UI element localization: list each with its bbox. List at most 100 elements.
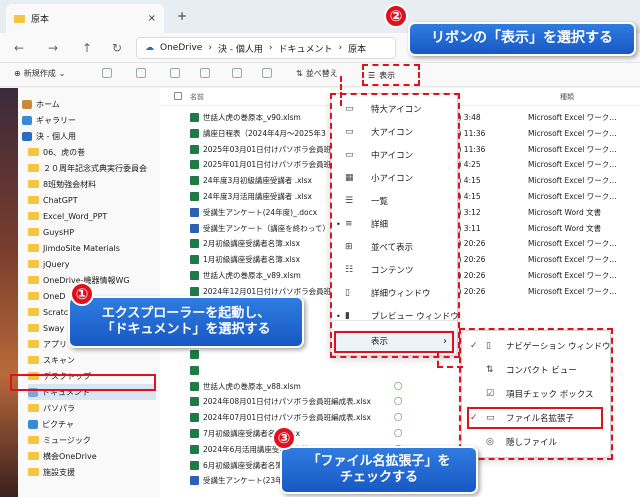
folder-icon bbox=[28, 260, 39, 268]
sidebar-item[interactable]: ギャラリー bbox=[22, 112, 156, 128]
breadcrumb-onedrive[interactable]: OneDrive bbox=[160, 43, 202, 53]
file-type: Microsoft Excel ワーク… bbox=[528, 286, 617, 296]
excel-file-icon bbox=[190, 350, 199, 359]
word-file-icon bbox=[190, 476, 199, 486]
copy-button[interactable] bbox=[136, 68, 146, 78]
gallery-icon bbox=[22, 115, 32, 125]
view-button-highlight bbox=[362, 64, 420, 86]
sidebar-item[interactable]: ミュージック bbox=[28, 432, 156, 448]
breadcrumb-documents[interactable]: ドキュメント bbox=[279, 42, 333, 55]
excel-file-icon bbox=[190, 239, 199, 249]
arrow-show-to-submenu-h bbox=[437, 366, 463, 368]
share-button[interactable] bbox=[232, 68, 242, 78]
file-type: Microsoft Excel ワーク… bbox=[528, 255, 617, 265]
file-name: 2025年03月01日付けパソボラ会員班 bbox=[203, 144, 332, 154]
sidebar-item-label: JimdoSite Materials bbox=[43, 243, 120, 253]
step3-line2: チェックする bbox=[339, 470, 418, 485]
file-type: Microsoft Word 文書 bbox=[528, 223, 602, 233]
sort-label: 並べ替え bbox=[305, 69, 338, 78]
column-name[interactable]: 名前 bbox=[190, 92, 204, 102]
sidebar-item[interactable]: ホーム bbox=[22, 96, 156, 112]
sidebar-item[interactable]: パソパラ bbox=[28, 400, 156, 416]
new-tab-button[interactable]: + bbox=[177, 9, 187, 23]
share-icon bbox=[232, 68, 242, 78]
sidebar-item[interactable]: jQuery bbox=[28, 256, 156, 272]
sidebar-item[interactable]: OneDrive-機器情報WG bbox=[28, 272, 156, 288]
back-button[interactable]: ← bbox=[14, 41, 24, 55]
delete-button[interactable] bbox=[262, 68, 272, 78]
sidebar-item[interactable]: ２０周年記念式典実行委員会 bbox=[28, 160, 156, 176]
excel-file-icon bbox=[190, 365, 199, 375]
sidebar-item[interactable]: ChatGPT bbox=[28, 192, 156, 208]
sidebar-item[interactable]: 決 - 個人用 bbox=[22, 128, 156, 144]
documents-highlight bbox=[10, 374, 156, 391]
file-type: Microsoft Excel ワーク… bbox=[528, 239, 617, 249]
rename-button[interactable] bbox=[200, 68, 210, 78]
breadcrumb-personal[interactable]: 決 - 個人用 bbox=[218, 42, 263, 55]
excel-file-icon bbox=[190, 192, 199, 201]
new-button[interactable]: ⊕ 新規作成 ⌄ bbox=[14, 68, 65, 79]
file-name: 世話人虎の巻原本_v88.xlsm bbox=[203, 381, 301, 391]
folder-icon bbox=[28, 340, 39, 348]
desktop-wallpaper bbox=[0, 88, 18, 497]
extension-item-highlight bbox=[467, 407, 603, 429]
refresh-button[interactable]: ↻ bbox=[112, 41, 122, 55]
sidebar-item[interactable]: GuysHP bbox=[28, 224, 156, 240]
sidebar-item[interactable]: JimdoSite Materials bbox=[28, 240, 156, 256]
paste-icon bbox=[170, 68, 180, 78]
sidebar-item[interactable]: Excel_Word_PPT bbox=[28, 208, 156, 224]
folder-icon bbox=[28, 436, 39, 444]
sidebar-item[interactable]: スキャン bbox=[28, 352, 156, 368]
file-name: 受講生アンケート(24年度)_.docx bbox=[203, 207, 318, 217]
file-name: 受講生アンケート（講座を終わって） bbox=[203, 223, 330, 233]
sync-status-icon: ◯ bbox=[394, 428, 403, 437]
sidebar-item-label: ２０周年記念式典実行委員会 bbox=[43, 163, 147, 173]
folder-icon bbox=[14, 14, 25, 23]
submenu-highlight bbox=[459, 328, 613, 460]
paste-button[interactable] bbox=[170, 68, 180, 78]
excel-file-icon bbox=[190, 381, 199, 391]
view-menu-highlight bbox=[330, 93, 460, 358]
step1-callout: エクスプローラーを起動し、 「ドキュメント」を選択する bbox=[68, 296, 304, 348]
cut-icon bbox=[102, 68, 112, 78]
file-type: Microsoft Excel ワーク… bbox=[528, 160, 617, 170]
step1-line2: 「ドキュメント」を選択する bbox=[101, 322, 271, 337]
breadcrumb-original[interactable]: 原本 bbox=[348, 42, 366, 55]
sidebar-item[interactable]: ピクチャ bbox=[28, 416, 156, 432]
forward-button[interactable]: → bbox=[48, 41, 58, 55]
sort-button[interactable]: ⇅ 並べ替え bbox=[296, 68, 338, 79]
cut-button[interactable] bbox=[102, 68, 112, 78]
sidebar-item-label: ギャラリー bbox=[36, 115, 76, 125]
sidebar-item[interactable]: 06、虎の巻 bbox=[28, 144, 156, 160]
file-name: 世話人虎の巻原本_v90.xlsm bbox=[203, 113, 301, 122]
up-button[interactable]: ↑ bbox=[82, 41, 92, 55]
arrow-view-to-menu bbox=[340, 76, 342, 106]
cloud-icon bbox=[22, 131, 32, 141]
excel-file-icon bbox=[190, 144, 199, 154]
address-bar[interactable]: ☁ OneDrive › 決 - 個人用 › ドキュメント › 原本 bbox=[136, 37, 396, 59]
breadcrumb-separator: › bbox=[268, 43, 273, 53]
column-type[interactable]: 種類 bbox=[560, 92, 574, 102]
file-name: 24年度3月初級講座受講者 .xlsx bbox=[203, 176, 312, 186]
sidebar-item-label: OneD bbox=[43, 291, 66, 301]
excel-file-icon bbox=[190, 429, 199, 438]
folder-icon bbox=[28, 164, 39, 172]
step3-badge: ③ bbox=[272, 426, 296, 450]
file-name: 2025年01月01日付けパソボラ会員班 bbox=[203, 160, 332, 170]
sidebar-item-label: ホーム bbox=[36, 99, 60, 109]
step2-badge: ② bbox=[384, 4, 408, 28]
sidebar-item[interactable]: 施設支援 bbox=[28, 464, 156, 480]
file-type: Microsoft Word 文書 bbox=[528, 207, 602, 217]
sidebar-item-label: 06、虎の巻 bbox=[43, 147, 86, 157]
trash-icon bbox=[262, 68, 272, 78]
tab-original[interactable]: 原本 × bbox=[6, 4, 164, 33]
sidebar-item[interactable]: 横会OneDrive bbox=[28, 448, 156, 464]
folder-icon bbox=[28, 324, 39, 332]
close-tab-icon[interactable]: × bbox=[148, 13, 156, 24]
sidebar-item[interactable]: 8班勉強会材料 bbox=[28, 176, 156, 192]
sidebar-item-label: 8班勉強会材料 bbox=[43, 179, 97, 189]
file-type: Microsoft Excel ワーク… bbox=[528, 128, 617, 138]
excel-file-icon bbox=[190, 271, 199, 280]
sync-status-icon: ◯ bbox=[394, 412, 403, 422]
select-all-checkbox[interactable] bbox=[174, 92, 182, 100]
